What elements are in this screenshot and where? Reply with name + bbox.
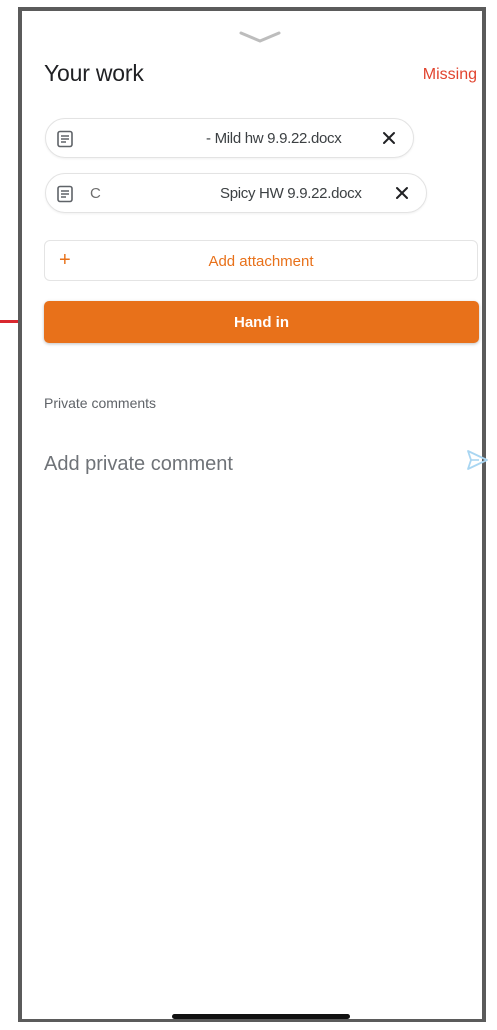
document-icon	[57, 185, 73, 203]
send-icon[interactable]	[465, 449, 489, 471]
bottom-sheet	[18, 7, 486, 1022]
attachment-chip[interactable]: - Mild hw 9.9.22.docx	[45, 118, 414, 158]
add-attachment-button[interactable]: + Add attachment	[44, 240, 478, 281]
attachment-chip[interactable]: C Spicy HW 9.9.22.docx	[45, 173, 427, 213]
document-icon	[57, 130, 73, 148]
private-comment-input[interactable]	[44, 450, 444, 478]
close-icon[interactable]	[379, 128, 399, 148]
private-comments-label: Private comments	[44, 395, 157, 411]
collapse-chevron-icon[interactable]	[239, 30, 281, 44]
attachment-name: Spicy HW 9.9.22.docx	[220, 185, 362, 202]
add-attachment-label: Add attachment	[208, 253, 314, 270]
close-icon[interactable]	[392, 183, 412, 203]
hand-in-label: Hand in	[234, 314, 289, 331]
attachment-name: - Mild hw 9.9.22.docx	[206, 130, 342, 147]
attachment-name-prefix: C	[90, 185, 101, 202]
status-badge: Missing	[422, 66, 477, 83]
page-title: Your work	[44, 60, 144, 86]
hand-in-button[interactable]: Hand in	[44, 301, 479, 343]
home-indicator	[172, 1014, 350, 1019]
